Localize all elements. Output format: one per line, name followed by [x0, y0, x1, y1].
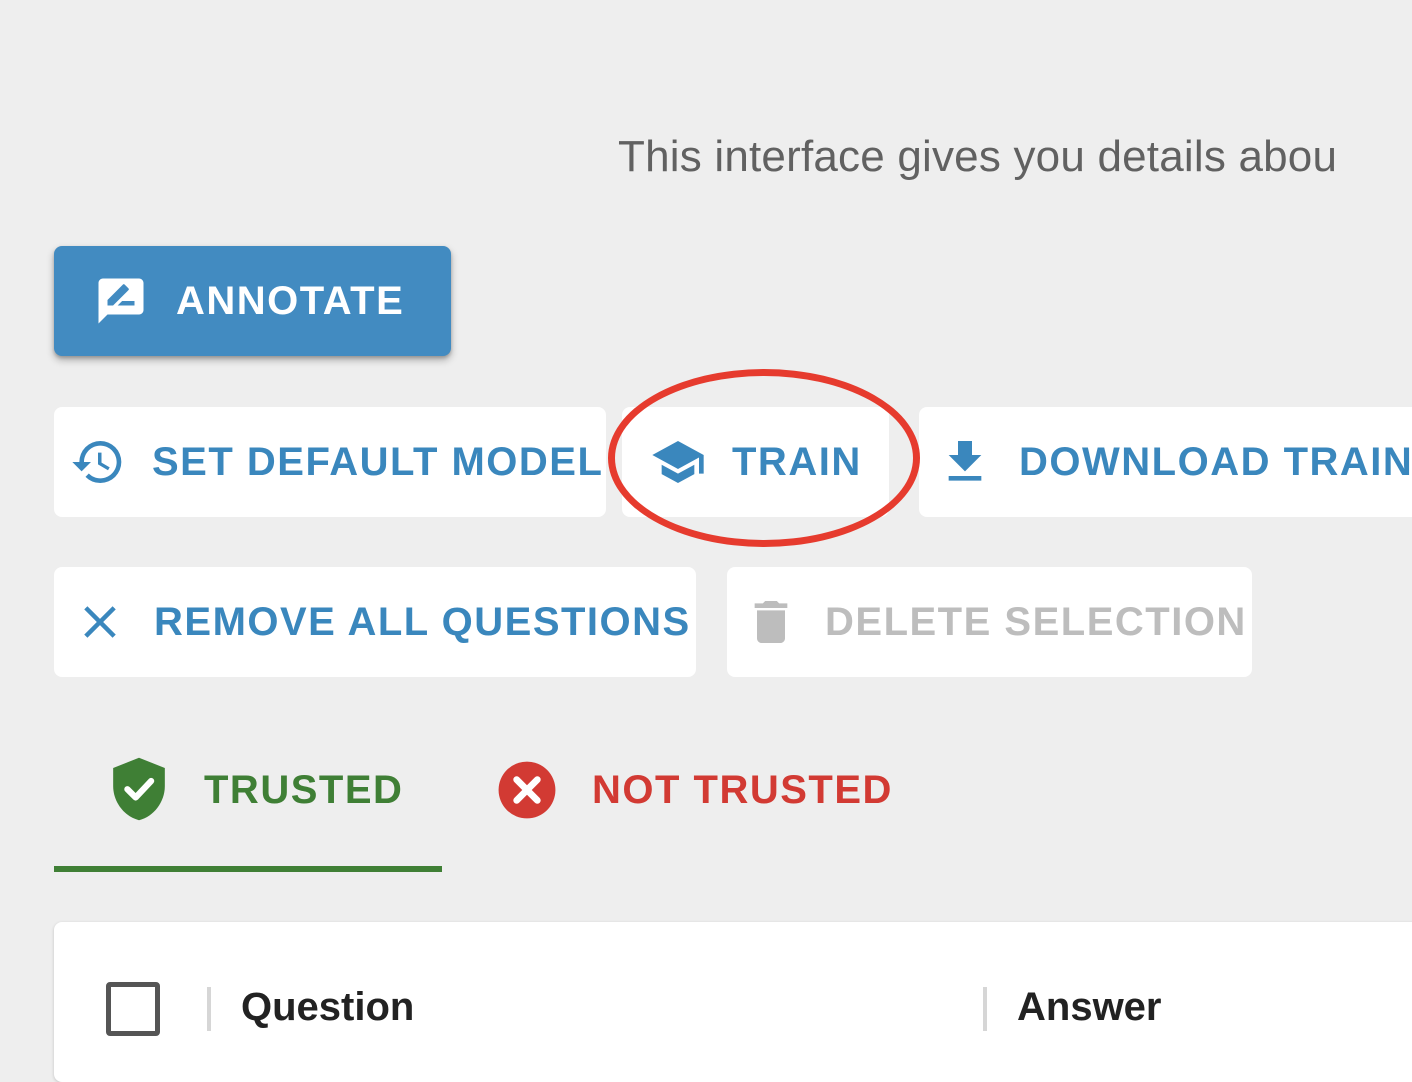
interface-description: This interface gives you details abou: [618, 132, 1338, 181]
annotate-button[interactable]: ANNOTATE: [54, 246, 451, 356]
active-tab-indicator: [54, 866, 442, 872]
train-label: TRAIN: [732, 439, 862, 484]
tab-not-trusted[interactable]: NOT TRUSTED: [496, 750, 893, 830]
column-separator: [983, 987, 987, 1031]
tab-trusted[interactable]: TRUSTED: [108, 750, 403, 830]
column-separator: [207, 987, 211, 1031]
school-icon: [650, 434, 706, 490]
select-all-checkbox[interactable]: [106, 982, 160, 1036]
column-header-answer[interactable]: Answer: [1017, 985, 1162, 1030]
close-icon: [72, 594, 128, 650]
set-default-model-button[interactable]: SET DEFAULT MODEL: [54, 407, 606, 517]
cancel-icon: [496, 759, 558, 821]
delete-selection-button[interactable]: DELETE SELECTION: [727, 567, 1252, 677]
download-train-label: DOWNLOAD TRAIN: [1019, 439, 1412, 484]
train-button[interactable]: TRAIN: [622, 407, 889, 517]
tab-trusted-label: TRUSTED: [204, 767, 404, 812]
history-icon: [70, 434, 126, 490]
rate-review-icon: [98, 278, 144, 324]
download-train-button[interactable]: DOWNLOAD TRAIN: [919, 407, 1412, 517]
delete-selection-label: DELETE SELECTION: [825, 599, 1247, 644]
remove-all-questions-button[interactable]: REMOVE ALL QUESTIONS: [54, 567, 696, 677]
annotate-label: ANNOTATE: [176, 278, 405, 323]
download-icon: [937, 434, 993, 490]
shield-check-icon: [108, 755, 170, 825]
remove-all-questions-label: REMOVE ALL QUESTIONS: [154, 599, 691, 644]
column-header-question[interactable]: Question: [241, 985, 414, 1030]
tab-not-trusted-label: NOT TRUSTED: [592, 767, 893, 812]
set-default-model-label: SET DEFAULT MODEL: [152, 439, 604, 484]
trash-icon: [743, 594, 799, 650]
